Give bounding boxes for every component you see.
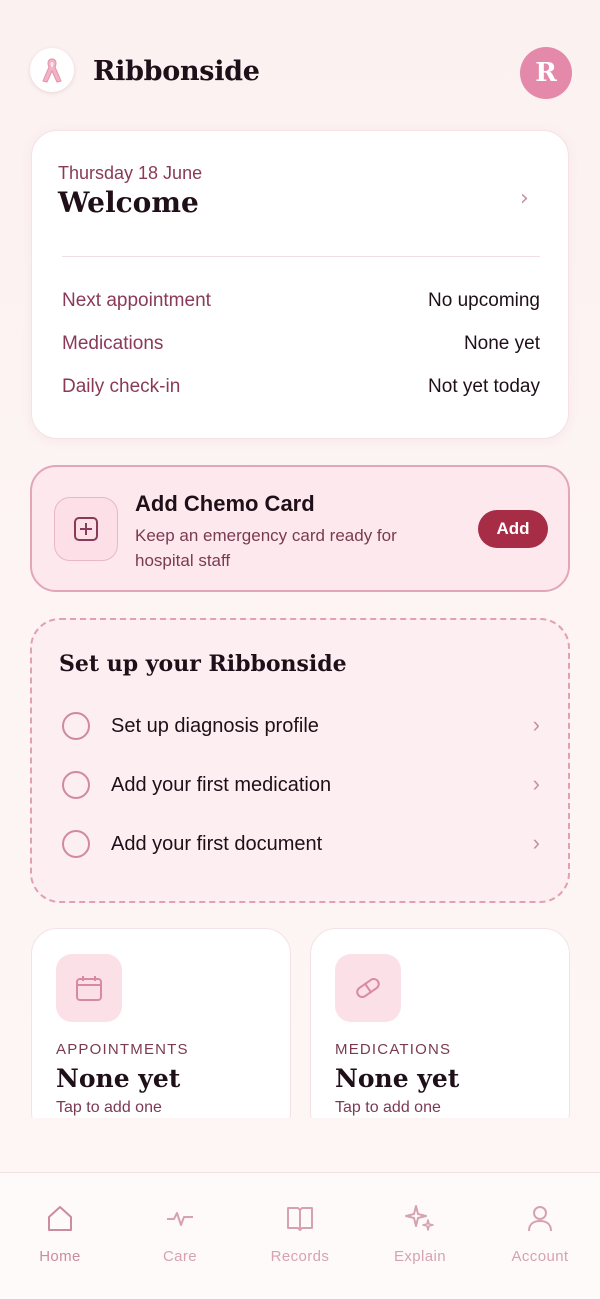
summary-row-checkin: Daily check-in Not yet today <box>62 376 540 404</box>
tab-label: Home <box>39 1248 81 1265</box>
unchecked-circle-icon[interactable] <box>62 771 90 799</box>
add-chemo-card-button[interactable]: Add <box>478 510 548 548</box>
chevron-right-icon: › <box>532 771 540 796</box>
chemo-card-title: Add Chemo Card <box>135 491 315 516</box>
book-icon <box>287 1207 313 1231</box>
sparkle-icon <box>405 1205 434 1231</box>
setup-task-diagnosis[interactable]: Set up diagnosis profile › <box>62 712 540 742</box>
welcome-title: Welcome <box>58 186 199 219</box>
app-header: Ribbonside R <box>0 0 600 130</box>
app-title: Ribbonside <box>93 56 260 87</box>
task-label: Add your first medication <box>111 774 332 796</box>
setup-task-document[interactable]: Add your first document › <box>62 830 540 860</box>
scroll-fade <box>0 1118 600 1174</box>
tab-account[interactable]: Account <box>480 1173 600 1283</box>
bottom-tab-bar: Home Care Records Explain Account <box>0 1172 600 1299</box>
pink-ribbon-icon <box>30 48 74 92</box>
summary-row-medications: Medications None yet <box>62 333 540 361</box>
chemo-card-subtitle: Keep an emergency card ready for hospita… <box>135 526 397 570</box>
chevron-right-icon[interactable]: › <box>520 186 529 211</box>
setup-title: Set up your Ribbonside <box>59 651 347 677</box>
tile-value: None yet <box>56 1064 181 1093</box>
tile-value: None yet <box>335 1064 460 1093</box>
pill-icon <box>335 954 401 1022</box>
current-date: Thursday 18 June <box>58 163 203 183</box>
pulse-icon <box>167 1212 193 1226</box>
unchecked-circle-icon[interactable] <box>62 830 90 858</box>
tile-hint: Tap to add one <box>56 1099 162 1116</box>
tab-home[interactable]: Home <box>0 1173 120 1283</box>
appointments-tile[interactable]: APPOINTMENTS None yet Tap to add one <box>31 928 291 1138</box>
summary-value: No upcoming <box>428 290 540 311</box>
summary-value: Not yet today <box>428 376 540 397</box>
tab-label: Explain <box>394 1248 446 1265</box>
tab-label: Account <box>511 1248 569 1265</box>
summary-label: Daily check-in <box>62 376 181 397</box>
medications-tile[interactable]: MEDICATIONS None yet Tap to add one <box>310 928 570 1138</box>
tab-label: Care <box>162 1248 198 1265</box>
tab-label: Records <box>270 1248 330 1265</box>
summary-row-appointment: Next appointment No upcoming <box>62 290 540 318</box>
welcome-card[interactable]: Thursday 18 June Welcome › Next appointm… <box>31 130 569 439</box>
chemo-card-prompt[interactable]: Add Chemo Card Keep an emergency card re… <box>30 465 570 592</box>
setup-task-medication[interactable]: Add your first medication › <box>62 771 540 801</box>
tile-kicker: APPOINTMENTS <box>56 1041 189 1058</box>
calendar-icon <box>56 954 122 1022</box>
summary-value: None yet <box>463 333 540 354</box>
tile-kicker: MEDICATIONS <box>335 1041 452 1058</box>
user-icon <box>528 1206 552 1232</box>
task-label: Set up diagnosis profile <box>111 715 319 737</box>
divider <box>62 256 540 257</box>
tile-hint: Tap to add one <box>335 1099 441 1116</box>
tab-records[interactable]: Records <box>240 1173 360 1283</box>
tab-care[interactable]: Care <box>120 1173 240 1283</box>
chevron-right-icon: › <box>532 830 540 855</box>
unchecked-circle-icon[interactable] <box>62 712 90 740</box>
avatar[interactable]: R <box>520 47 572 99</box>
summary-label: Next appointment <box>62 290 211 311</box>
tab-explain[interactable]: Explain <box>360 1173 480 1283</box>
setup-checklist: Set up your Ribbonside Set up diagnosis … <box>30 618 570 903</box>
home-icon <box>48 1206 72 1231</box>
chevron-right-icon: › <box>532 712 540 737</box>
medical-plus-icon <box>54 497 118 561</box>
summary-label: Medications <box>62 333 164 354</box>
task-label: Add your first document <box>111 833 323 855</box>
